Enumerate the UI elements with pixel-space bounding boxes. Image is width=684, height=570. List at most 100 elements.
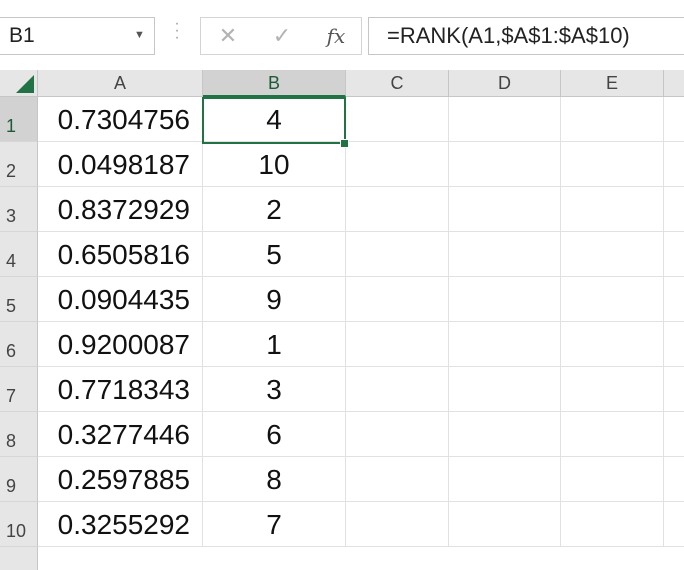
cell-e3[interactable]	[561, 187, 664, 232]
cell-e6[interactable]	[561, 322, 664, 367]
fill-handle[interactable]	[340, 139, 349, 148]
cell-c2[interactable]	[346, 142, 449, 187]
cell-d10[interactable]	[449, 502, 561, 547]
cell-c8[interactable]	[346, 412, 449, 457]
cell-e2[interactable]	[561, 142, 664, 187]
row-number: 8	[6, 431, 17, 451]
cell-a7[interactable]: 0.7718343	[38, 367, 203, 412]
cell-f10[interactable]	[664, 502, 684, 547]
column-header-f[interactable]	[664, 70, 684, 97]
cell-c3[interactable]	[346, 187, 449, 232]
row-number: 7	[6, 386, 17, 406]
formula-buttons: ✕ ✓ fx	[200, 17, 362, 55]
cell-f8[interactable]	[664, 412, 684, 457]
cell-d4[interactable]	[449, 232, 561, 277]
cell-c7[interactable]	[346, 367, 449, 412]
row-number: 5	[6, 296, 17, 316]
row-header-7[interactable]: 7	[0, 367, 38, 412]
cell-a4[interactable]: 0.6505816	[38, 232, 203, 277]
column-header-b[interactable]: B	[203, 70, 346, 97]
cell-f7[interactable]	[664, 367, 684, 412]
cell-e5[interactable]	[561, 277, 664, 322]
column-header-d[interactable]: D	[449, 70, 561, 97]
row-header-1[interactable]: 1	[0, 97, 38, 142]
chevron-down-icon[interactable]: ▼	[134, 29, 145, 41]
cell-f5[interactable]	[664, 277, 684, 322]
cell-c9[interactable]	[346, 457, 449, 502]
cell-f1[interactable]	[664, 97, 684, 142]
cell-b10[interactable]: 7	[203, 502, 346, 547]
spreadsheet-grid: A B C D E 1 0.7304756 4 2 0.0498187 10 3 0.8372…	[0, 70, 684, 570]
cell-d7[interactable]	[449, 367, 561, 412]
cell-b8[interactable]: 6	[203, 412, 346, 457]
cell-b5[interactable]: 9	[203, 277, 346, 322]
cell-e8[interactable]	[561, 412, 664, 457]
row-number: 6	[6, 341, 17, 361]
column-header-a[interactable]: A	[38, 70, 203, 97]
cell-e7[interactable]	[561, 367, 664, 412]
row-number: 9	[6, 476, 17, 496]
row-header-2[interactable]: 2	[0, 142, 38, 187]
row-header-3[interactable]: 3	[0, 187, 38, 232]
cell-a5[interactable]: 0.0904435	[38, 277, 203, 322]
cell-a10[interactable]: 0.3255292	[38, 502, 203, 547]
cell-a9[interactable]: 0.2597885	[38, 457, 203, 502]
cell-f2[interactable]	[664, 142, 684, 187]
cell-d2[interactable]	[449, 142, 561, 187]
cell-b6[interactable]: 1	[203, 322, 346, 367]
row-header-9[interactable]: 9	[0, 457, 38, 502]
row-header-8[interactable]: 8	[0, 412, 38, 457]
cell-f9[interactable]	[664, 457, 684, 502]
insert-function-icon[interactable]: fx	[321, 22, 351, 50]
select-all-button[interactable]	[0, 70, 38, 97]
row-header-11[interactable]	[0, 547, 38, 570]
name-box-value[interactable]: B1	[9, 24, 35, 48]
cell-b9[interactable]: 8	[203, 457, 346, 502]
cell-e4[interactable]	[561, 232, 664, 277]
select-all-triangle-icon	[16, 75, 34, 93]
cell-e1[interactable]	[561, 97, 664, 142]
cell-a2[interactable]: 0.0498187	[38, 142, 203, 187]
cancel-icon[interactable]: ✕	[213, 22, 243, 50]
cell-b3[interactable]: 2	[203, 187, 346, 232]
cell-c10[interactable]	[346, 502, 449, 547]
cell-b7[interactable]: 3	[203, 367, 346, 412]
more-options-icon[interactable]: · · ·	[170, 16, 184, 50]
cell-d1[interactable]	[449, 97, 561, 142]
cell-f3[interactable]	[664, 187, 684, 232]
cell-c6[interactable]	[346, 322, 449, 367]
cell-a8[interactable]: 0.3277446	[38, 412, 203, 457]
cell-b4[interactable]: 5	[203, 232, 346, 277]
row-number: 10	[6, 521, 27, 541]
row-header-6[interactable]: 6	[0, 322, 38, 367]
column-header-e[interactable]: E	[561, 70, 664, 97]
formula-bar-area: B1 ▼ · · · ✕ ✓ fx =RANK(A1,$A$1:$A$10)	[0, 0, 684, 70]
cell-d5[interactable]	[449, 277, 561, 322]
row-header-4[interactable]: 4	[0, 232, 38, 277]
row-header-5[interactable]: 5	[0, 277, 38, 322]
cell-f6[interactable]	[664, 322, 684, 367]
cell-c5[interactable]	[346, 277, 449, 322]
row-number: 3	[6, 206, 17, 226]
cell-c4[interactable]	[346, 232, 449, 277]
cell-d3[interactable]	[449, 187, 561, 232]
cell-d8[interactable]	[449, 412, 561, 457]
cell-b1[interactable]: 4	[203, 97, 346, 142]
name-box[interactable]: B1 ▼	[0, 17, 155, 55]
cell-c1[interactable]	[346, 97, 449, 142]
cell-f4[interactable]	[664, 232, 684, 277]
cell-d9[interactable]	[449, 457, 561, 502]
cell-e10[interactable]	[561, 502, 664, 547]
cell-a6[interactable]: 0.9200087	[38, 322, 203, 367]
cell-a3[interactable]: 0.8372929	[38, 187, 203, 232]
cell-d6[interactable]	[449, 322, 561, 367]
cell-e9[interactable]	[561, 457, 664, 502]
row-number: 4	[6, 251, 17, 271]
formula-input[interactable]: =RANK(A1,$A$1:$A$10)	[368, 17, 684, 55]
formula-text[interactable]: =RANK(A1,$A$1:$A$10)	[387, 23, 630, 49]
cell-b2[interactable]: 10	[203, 142, 346, 187]
column-header-c[interactable]: C	[346, 70, 449, 97]
cell-a1[interactable]: 0.7304756	[38, 97, 203, 142]
row-header-10[interactable]: 10	[0, 502, 38, 547]
enter-icon[interactable]: ✓	[267, 22, 297, 50]
